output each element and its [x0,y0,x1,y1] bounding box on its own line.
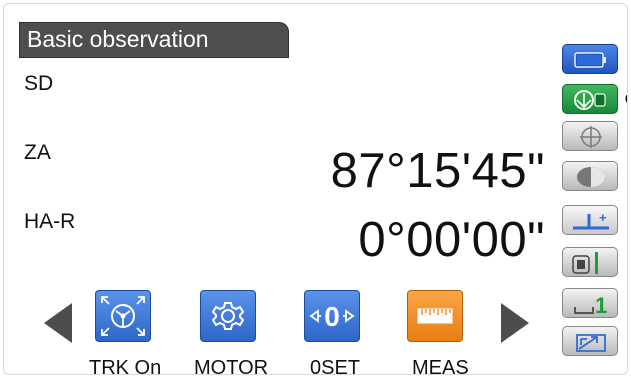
svg-text:0: 0 [324,301,340,332]
target-button[interactable] [562,84,618,114]
page-left-arrow-icon[interactable] [42,301,74,345]
tracking-mode-button[interactable] [562,247,618,277]
za-value: 87°15'45" [330,144,545,198]
screen-title-bar: Basic observation [19,22,289,58]
battery-icon [574,52,606,68]
contrast-icon [577,167,605,187]
height-icon: 1 [574,293,607,318]
prism-constant-indicator: 0 [625,92,627,106]
svg-text:1: 1 [595,293,607,318]
za-label: ZA [24,141,51,164]
motor-label: MOTOR [194,357,269,375]
0set-label: 0SET [310,357,361,375]
ha-r-label: HA-R [24,210,76,233]
laser-button[interactable] [562,121,618,151]
tilt-correction-icon: + [573,210,609,230]
tracking-mode-icon [572,252,598,274]
0set-button[interactable]: 0 [304,290,360,342]
sighting-icon [576,334,606,352]
height-button[interactable]: 1 [562,288,618,318]
svg-text:+: + [599,210,607,225]
motor-button[interactable] [200,290,256,342]
screen-title: Basic observation [27,26,209,52]
ha-r-value: 0°00'00" [358,213,545,267]
contrast-button[interactable] [562,161,618,191]
screen-frame: Basic observation SD ZA 87°15'45" HA-R 0… [3,3,628,375]
meas-label: MEAS [412,357,469,375]
laser-pointer-icon [580,126,602,148]
ruler-icon [417,308,453,324]
tilt-button[interactable]: + [562,205,618,235]
tracking-icon [101,296,145,336]
trk-on-button[interactable] [95,290,151,342]
sighting-button[interactable] [562,326,618,356]
meas-button[interactable] [407,290,463,342]
battery-button[interactable] [562,44,618,74]
sd-label: SD [24,72,54,95]
page-right-arrow-icon[interactable] [499,301,531,345]
prism-target-icon [574,90,606,110]
gear-icon [211,302,245,330]
trk-on-label: TRK On [89,357,162,375]
zero-set-icon: 0 [309,301,355,332]
